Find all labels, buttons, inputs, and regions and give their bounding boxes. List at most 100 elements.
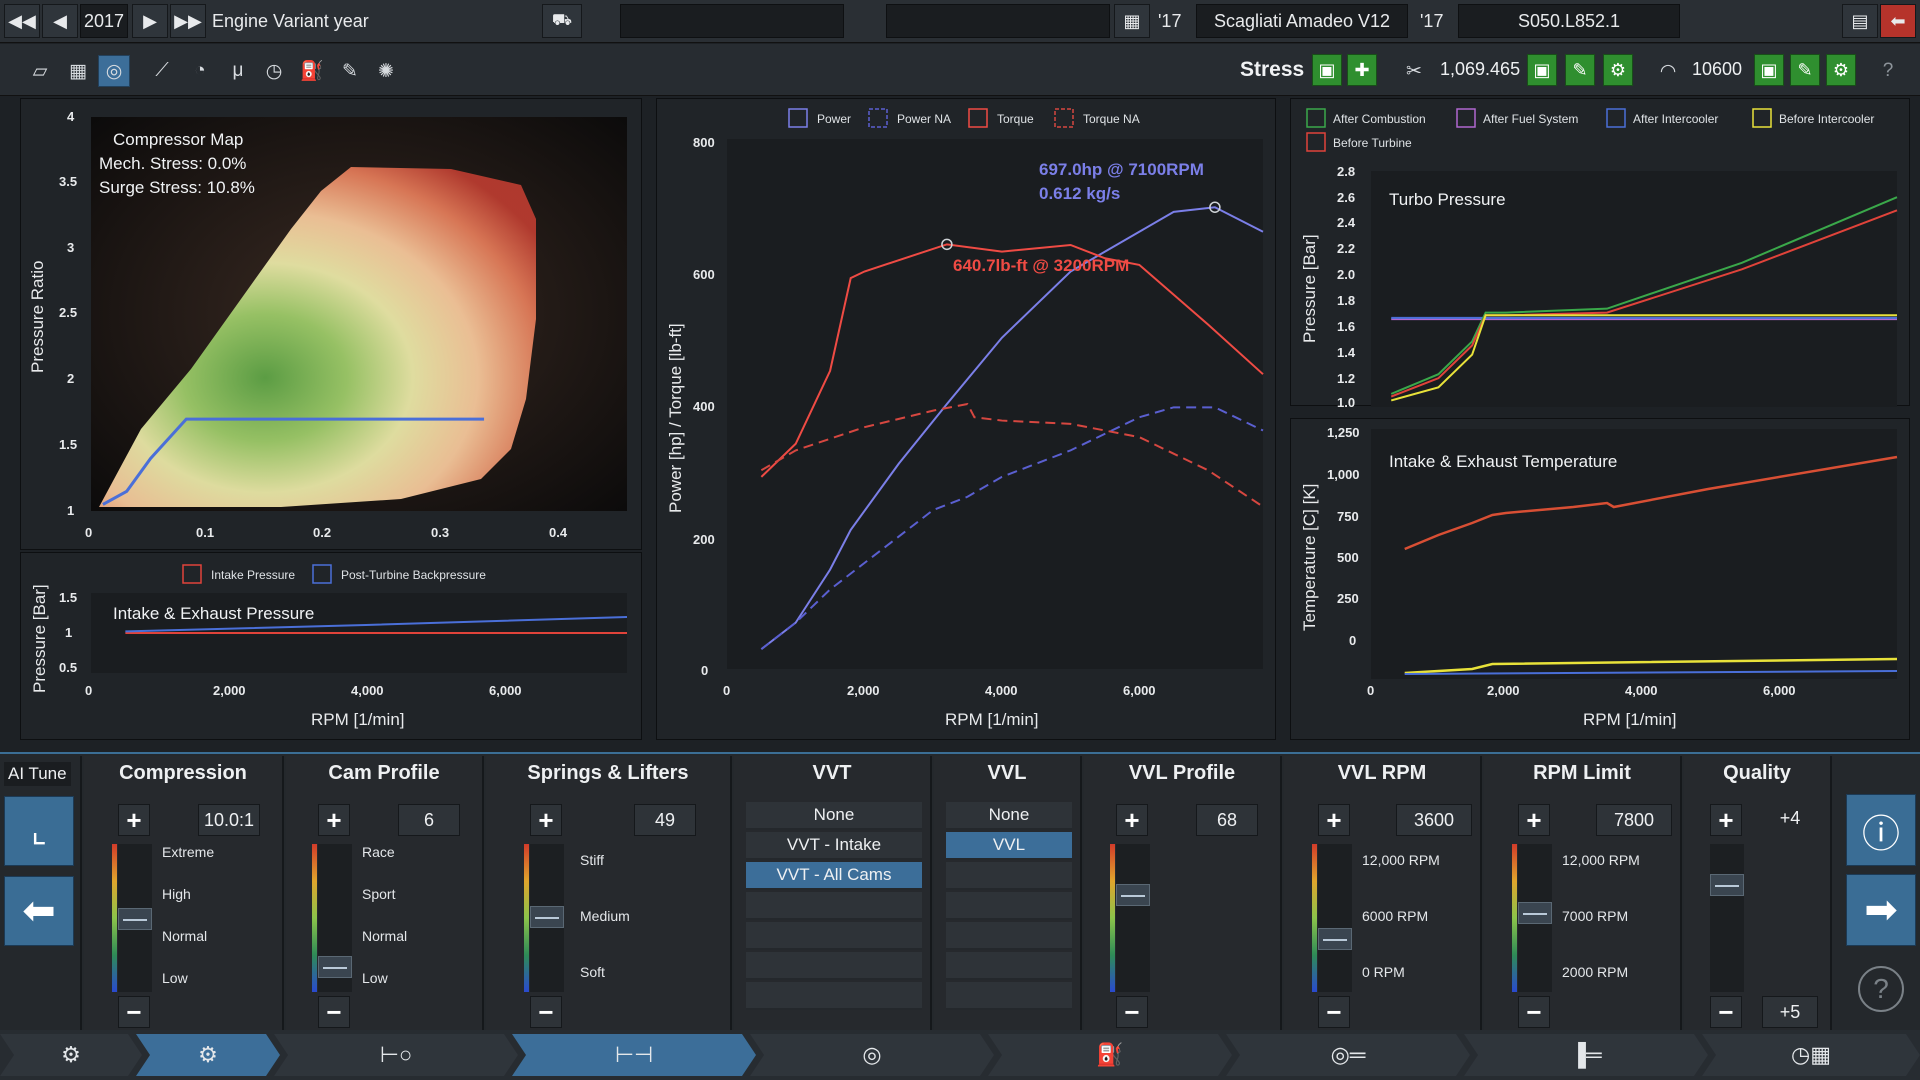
- slider-tick-label: 7000 RPM: [1562, 908, 1629, 924]
- back-icon[interactable]: ⬅: [1880, 4, 1916, 38]
- slider-tick-label: Extreme: [162, 844, 215, 860]
- nav-engine-variant[interactable]: ⚙: [136, 1034, 280, 1076]
- compression-minus-button[interactable]: −: [118, 996, 150, 1028]
- cam-profile-minus-button[interactable]: −: [318, 996, 350, 1028]
- quality-slider[interactable]: [1710, 844, 1744, 992]
- rpm-limit-slider-handle[interactable]: [1518, 902, 1552, 924]
- slider-tick-label: Stiff: [580, 852, 604, 868]
- vvl-rpm-slider-handle[interactable]: [1318, 928, 1352, 950]
- vvl-profile-column: VVL Profile + 68 −: [1084, 756, 1282, 1032]
- graph-icon[interactable]: ⟋: [146, 55, 178, 87]
- fuel-icon[interactable]: ⛽: [296, 55, 328, 87]
- nav-exhaust[interactable]: ◎═: [1226, 1034, 1470, 1076]
- x-tick: 6,000: [489, 683, 522, 698]
- chart-view-icon[interactable]: ▱: [24, 55, 56, 87]
- rpm-limit-minus-button[interactable]: −: [1518, 996, 1550, 1028]
- nav-bottom-end[interactable]: ⊢○: [274, 1034, 518, 1076]
- help-icon[interactable]: ?: [1872, 55, 1904, 87]
- gauge-icon[interactable]: ◔: [184, 55, 216, 87]
- y-tick: 1.4: [1337, 345, 1356, 360]
- vvl-empty-row: [946, 922, 1072, 950]
- vvl-profile-slider-handle[interactable]: [1116, 884, 1150, 906]
- compression-title: Compression: [119, 762, 247, 784]
- ai-tune-graph-button[interactable]: ⌞: [4, 796, 74, 866]
- nav-top-end[interactable]: ⊢⊣: [512, 1034, 756, 1076]
- previous-page-button[interactable]: ⬅: [4, 876, 74, 946]
- vvt-option-intake[interactable]: VVT - Intake: [746, 832, 922, 860]
- mu-icon[interactable]: μ: [222, 55, 254, 87]
- vvl-rpm-minus-button[interactable]: −: [1318, 996, 1350, 1028]
- grid-view-icon[interactable]: ▦: [62, 55, 94, 87]
- prev-year-icon[interactable]: ◀: [42, 4, 78, 38]
- timer-icon[interactable]: ◷: [258, 55, 290, 87]
- compression-slider-handle[interactable]: [118, 908, 152, 930]
- slider-tick-label: Race: [362, 844, 395, 860]
- temperature-title: Intake & Exhaust Temperature: [1389, 452, 1617, 471]
- quality-bottom-value: +5: [1762, 996, 1818, 1028]
- vvl-profile-plus-button[interactable]: +: [1116, 804, 1148, 836]
- next-year-icon[interactable]: ▶: [132, 4, 168, 38]
- cost-wrench-icon[interactable]: ✎: [1565, 54, 1595, 86]
- nav-test[interactable]: ◷▦: [1702, 1034, 1920, 1076]
- cost-engine-icon[interactable]: ▣: [1527, 54, 1557, 86]
- y-tick: 3: [67, 240, 74, 255]
- controls-help-icon[interactable]: ?: [1858, 966, 1904, 1012]
- vvl-option-none[interactable]: None: [946, 802, 1072, 830]
- fast-forward-icon[interactable]: ▶▶: [170, 4, 206, 38]
- springs-plus-button[interactable]: +: [530, 804, 562, 836]
- stress-wrench-icon[interactable]: ✚: [1347, 54, 1377, 86]
- vvl-option-vvl[interactable]: VVL: [946, 832, 1072, 860]
- calculator-icon[interactable]: ▤: [1842, 4, 1878, 38]
- rpm-limit-slider[interactable]: [1512, 844, 1552, 992]
- nav-tuning[interactable]: ▐═: [1464, 1034, 1708, 1076]
- wrench-icon[interactable]: ✎: [334, 55, 366, 87]
- vvt-option-all-cams[interactable]: VVT - All Cams: [746, 862, 922, 890]
- stress-engine-icon[interactable]: ▣: [1312, 54, 1342, 86]
- rpm-wrench-icon[interactable]: ✎: [1790, 54, 1820, 86]
- rewind-icon[interactable]: ◀◀: [4, 4, 40, 38]
- engine-name[interactable]: Scagliati Amadeo V12: [1196, 4, 1408, 38]
- springs-slider[interactable]: [524, 844, 564, 992]
- nav-engine-family[interactable]: ⚙: [0, 1034, 142, 1076]
- quality-plus-button[interactable]: +: [1710, 804, 1742, 836]
- next-page-button[interactable]: ➡: [1846, 874, 1916, 946]
- cam-profile-slider-handle[interactable]: [318, 956, 352, 978]
- cost-gear-icon[interactable]: ⚙: [1603, 54, 1633, 86]
- year-field[interactable]: 2017: [80, 4, 128, 38]
- rpm-gear-icon[interactable]: ⚙: [1826, 54, 1856, 86]
- rpm-engine-icon[interactable]: ▣: [1754, 54, 1784, 86]
- vvl-rpm-slider[interactable]: [1312, 844, 1352, 992]
- film-icon[interactable]: ▦: [1114, 4, 1150, 38]
- vvl-rpm-plus-button[interactable]: +: [1318, 804, 1350, 836]
- nav-aspiration[interactable]: ◎: [750, 1034, 994, 1076]
- vvl-title: VVL: [987, 762, 1027, 784]
- cam-profile-plus-button[interactable]: +: [318, 804, 350, 836]
- springs-minus-button[interactable]: −: [530, 996, 562, 1028]
- compression-slider[interactable]: [112, 844, 152, 992]
- sun-icon[interactable]: ✺: [370, 55, 402, 87]
- quality-minus-button[interactable]: −: [1710, 996, 1742, 1028]
- springs-title: Springs & Lifters: [527, 762, 689, 784]
- power-torque-chart: Power Power NA Torque Torque NA 697.0hp …: [666, 108, 1264, 729]
- tools-icon: ✂: [1406, 60, 1422, 82]
- rpm-limit-plus-button[interactable]: +: [1518, 804, 1550, 836]
- surge-stress-text: Surge Stress: 10.8%: [99, 178, 255, 197]
- vvl-profile-minus-button[interactable]: −: [1116, 996, 1148, 1028]
- vvt-option-none[interactable]: None: [746, 802, 922, 830]
- springs-column: Springs & Lifters + 49 Stiff Medium Soft…: [486, 756, 732, 1032]
- engine-icon[interactable]: ⛟: [542, 4, 582, 38]
- vvl-rpm-value: 3600: [1396, 804, 1472, 836]
- vvl-profile-value: 68: [1196, 804, 1258, 836]
- springs-slider-handle[interactable]: [530, 906, 564, 928]
- family-code[interactable]: S050.L852.1: [1458, 4, 1680, 38]
- quality-slider-handle[interactable]: [1710, 874, 1744, 896]
- rpm-limit-column: RPM Limit + 7800 12,000 RPM 7000 RPM 200…: [1484, 756, 1682, 1032]
- compression-plus-button[interactable]: +: [118, 804, 150, 836]
- slider-tick-label: Low: [162, 970, 188, 986]
- turbo-view-icon[interactable]: ◎: [98, 55, 130, 87]
- nav-fuel[interactable]: ⛽: [988, 1034, 1232, 1076]
- vvl-profile-slider[interactable]: [1110, 844, 1150, 992]
- cam-profile-slider[interactable]: [312, 844, 352, 992]
- warning-button[interactable]: ⓘ: [1846, 794, 1916, 866]
- temp-x-label: RPM [1/min]: [1583, 710, 1677, 729]
